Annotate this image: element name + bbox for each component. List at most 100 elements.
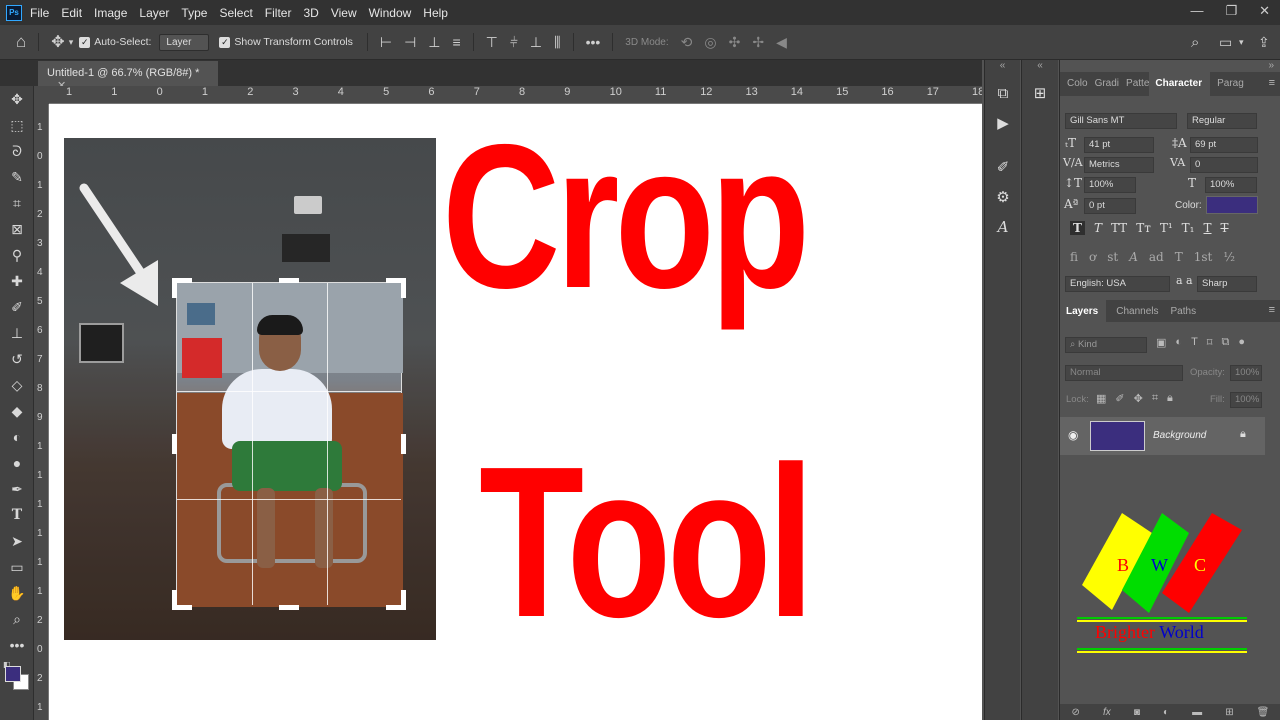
frame-tool-icon[interactable]: ⊠ — [0, 216, 34, 242]
discretionary-ligatures-button[interactable]: st — [1107, 250, 1118, 264]
type-filter-icon[interactable]: T — [1191, 336, 1198, 349]
layer-row-background[interactable]: ◉ Background 🔒︎ — [1060, 417, 1265, 455]
more-options-icon[interactable]: ••• — [586, 34, 601, 50]
blend-mode-dropdown[interactable]: Normal — [1065, 365, 1183, 381]
adjustment-layer-icon[interactable]: ◐ — [1163, 707, 1169, 718]
3d-camera-icon[interactable]: ◀ — [776, 34, 787, 51]
distribute-vertical-icon[interactable]: ⫼ — [554, 34, 560, 51]
3d-orbit-icon[interactable]: ⟲ — [681, 34, 693, 51]
panel-menu-icon[interactable]: ≡ — [1269, 304, 1275, 316]
learn-icon[interactable]: ⊞ — [1022, 78, 1058, 108]
move-tool-icon[interactable]: ✥ — [0, 86, 34, 112]
glyphs-icon[interactable]: A — [985, 212, 1021, 242]
auto-select-target-dropdown[interactable]: Layer — [159, 33, 210, 51]
chevron-down-icon[interactable]: ▾ — [1239, 37, 1244, 48]
foreground-color-swatch[interactable] — [5, 666, 21, 682]
crop-handle-bottom[interactable] — [279, 605, 299, 610]
menu-help[interactable]: Help — [423, 6, 448, 20]
crop-handle-bottom-right[interactable] — [401, 590, 406, 610]
dodge-tool-icon[interactable]: ● — [0, 450, 34, 476]
crop-handle-top[interactable] — [279, 278, 299, 283]
quick-selection-tool-icon[interactable]: ✎ — [0, 164, 34, 190]
menu-view[interactable]: View — [331, 6, 357, 20]
healing-brush-tool-icon[interactable]: ✚ — [0, 268, 34, 294]
ligatures-button[interactable]: fi — [1070, 250, 1078, 264]
lock-icon[interactable]: 🔒︎ — [1240, 428, 1246, 441]
faux-bold-button[interactable]: T — [1070, 221, 1085, 235]
collapse-panels-icon[interactable]: » — [1268, 60, 1274, 71]
tab-paragraph[interactable]: Parag — [1210, 72, 1244, 96]
layer-filter-kind-dropdown[interactable]: ⌕ Kind — [1065, 337, 1147, 353]
lock-transparent-icon[interactable]: ▦ — [1096, 392, 1106, 405]
align-top-icon[interactable]: ⊤ — [486, 34, 498, 51]
titling-button[interactable]: T — [1175, 250, 1183, 264]
panel-menu-icon[interactable]: ≡ — [1269, 77, 1275, 89]
align-right-icon[interactable]: ⊥ — [428, 34, 440, 51]
edit-toolbar-icon[interactable]: ••• — [0, 632, 34, 658]
menu-type[interactable]: Type — [181, 6, 207, 20]
collapse-icon[interactable]: « — [1022, 60, 1058, 78]
type-tool-icon[interactable]: T — [0, 502, 34, 528]
crop-tool-icon[interactable]: ⌗ — [0, 190, 34, 216]
horizontal-ruler[interactable]: 110123456789101112131415161718 — [49, 86, 982, 104]
lock-artboard-icon[interactable]: ⌗ — [1152, 392, 1158, 405]
font-family-dropdown[interactable]: Gill Sans MT — [1065, 113, 1177, 129]
tab-gradients[interactable]: Gradi — [1088, 72, 1119, 96]
baseline-shift-field[interactable]: 0 pt — [1084, 198, 1136, 214]
lock-image-icon[interactable]: ✐ — [1115, 392, 1124, 405]
crop-handle-bottom-left[interactable] — [172, 590, 177, 610]
crop-handle-top-left[interactable] — [172, 278, 177, 298]
menu-select[interactable]: Select — [219, 6, 252, 20]
font-style-dropdown[interactable]: Regular — [1187, 113, 1257, 129]
smart-object-filter-icon[interactable]: ⧉ — [1221, 336, 1229, 349]
superscript-button[interactable]: T¹ — [1160, 221, 1173, 235]
subscript-button[interactable]: T₁ — [1182, 221, 1195, 235]
move-tool-icon[interactable]: ✥ — [51, 32, 64, 52]
distribute-icon[interactable]: ≡ — [453, 34, 461, 50]
crop-box[interactable] — [172, 278, 406, 610]
document-tab[interactable]: Untitled-1 @ 66.7% (RGB/8#) * ✕ — [38, 61, 218, 92]
workspace-icon[interactable]: ▭ — [1219, 34, 1232, 51]
align-middle-icon[interactable]: ⫩ — [510, 34, 518, 51]
old-style-button[interactable]: ơ — [1089, 250, 1096, 264]
search-icon[interactable]: ⌕ — [1191, 34, 1199, 51]
3d-slide-icon[interactable]: ✢ — [752, 34, 764, 51]
align-center-icon[interactable]: ⊣ — [404, 34, 416, 51]
lock-position-icon[interactable]: ✥ — [1134, 392, 1143, 405]
tracking-field[interactable]: 0 — [1190, 157, 1258, 173]
menu-3d[interactable]: 3D — [303, 6, 318, 20]
eye-visibility-icon[interactable]: ◉ — [1068, 428, 1078, 442]
link-layers-icon[interactable]: ⊘ — [1072, 707, 1080, 718]
rectangle-tool-icon[interactable]: ▭ — [0, 554, 34, 580]
language-dropdown[interactable]: English: USA — [1065, 276, 1170, 292]
crop-handle-right[interactable] — [401, 434, 406, 454]
menu-layer[interactable]: Layer — [139, 6, 169, 20]
tab-channels[interactable]: Channels — [1106, 300, 1158, 324]
eraser-tool-icon[interactable]: ◇ — [0, 372, 34, 398]
underline-button[interactable]: T — [1204, 221, 1212, 235]
crop-handle-left[interactable] — [172, 434, 177, 454]
all-caps-button[interactable]: TT — [1111, 221, 1127, 235]
leading-field[interactable]: 69 pt — [1190, 137, 1258, 153]
3d-roll-icon[interactable]: ◎ — [704, 34, 716, 51]
tab-character[interactable]: Character — [1149, 72, 1211, 96]
stylistic-alternates-button[interactable]: ad — [1149, 250, 1164, 264]
fill-field[interactable]: 100% — [1230, 392, 1262, 408]
menu-window[interactable]: Window — [369, 6, 412, 20]
tab-patterns[interactable]: Patte — [1119, 72, 1149, 96]
brush-tool-icon[interactable]: ✐ — [0, 294, 34, 320]
align-left-icon[interactable]: ⊢ — [380, 34, 392, 51]
marquee-tool-icon[interactable]: ⬚ — [0, 112, 34, 138]
tab-color[interactable]: Colo — [1060, 72, 1088, 96]
filter-toggle-icon[interactable]: ● — [1238, 336, 1245, 349]
horizontal-scale-field[interactable]: 100% — [1205, 177, 1257, 193]
paint-bucket-tool-icon[interactable]: ◆ — [0, 398, 34, 424]
history-brush-tool-icon[interactable]: ↺ — [0, 346, 34, 372]
vertical-ruler[interactable]: 1 0 1 2 3 4 5 6 7 8 9 1 1 1 1 1 1 2 0 2 1 — [34, 104, 49, 720]
menu-file[interactable]: File — [30, 6, 49, 20]
collapse-icon[interactable]: « — [985, 60, 1020, 78]
faux-italic-button[interactable]: T — [1094, 221, 1102, 235]
small-caps-button[interactable]: Tт — [1136, 221, 1151, 235]
kerning-field[interactable]: Metrics — [1084, 157, 1154, 173]
share-icon[interactable]: ⇪ — [1258, 34, 1270, 51]
